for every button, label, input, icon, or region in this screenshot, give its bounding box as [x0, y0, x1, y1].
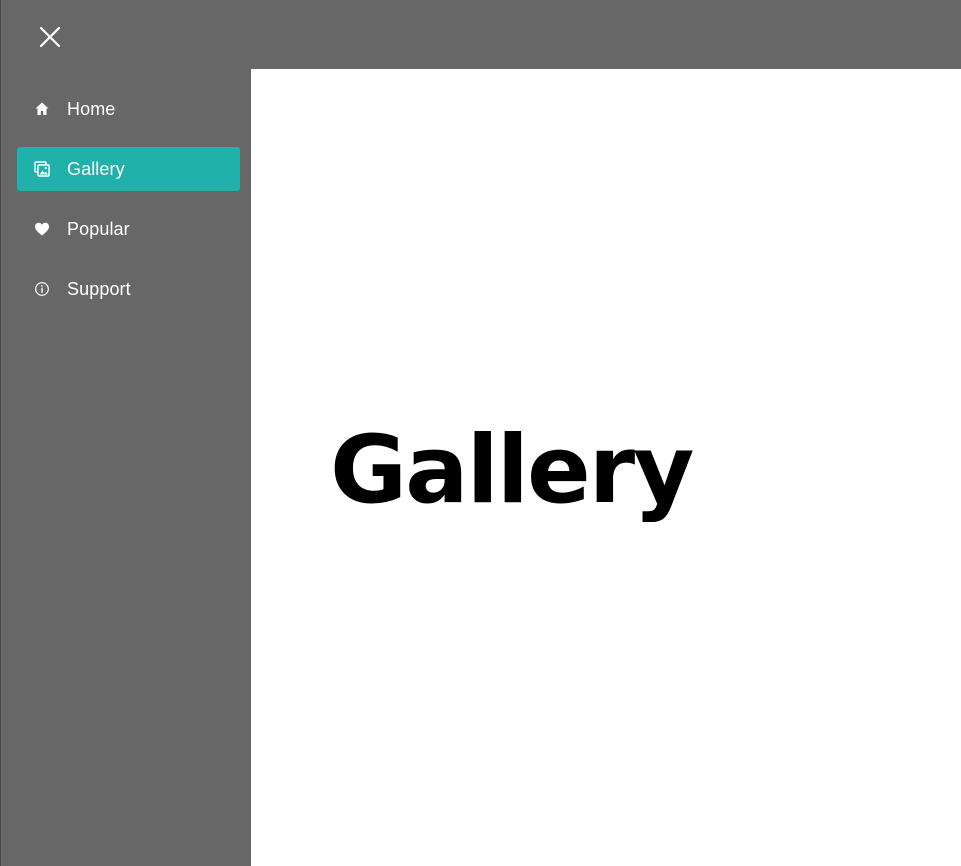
sidebar-item-label: Home: [67, 98, 116, 119]
info-icon: [34, 281, 50, 297]
images-icon: [34, 161, 50, 177]
sidebar-item-gallery[interactable]: Gallery: [17, 147, 240, 191]
sidebar-item-label: Gallery: [67, 158, 125, 179]
main-content: Gallery: [251, 69, 961, 866]
page-title: Gallery: [330, 416, 694, 525]
heart-icon: [34, 221, 50, 237]
sidebar-item-home[interactable]: Home: [17, 87, 240, 131]
sidebar-item-support[interactable]: Support: [17, 267, 240, 311]
sidebar-item-label: Support: [67, 278, 131, 299]
sidebar-nav: Home Gallery Popular Support: [17, 87, 240, 327]
close-icon: [39, 26, 61, 48]
sidebar-item-popular[interactable]: Popular: [17, 207, 240, 251]
sidebar-item-label: Popular: [67, 218, 130, 239]
home-icon: [34, 101, 50, 117]
close-button[interactable]: [37, 24, 63, 50]
app-window: Home Gallery Popular Support Gallery: [0, 0, 961, 866]
